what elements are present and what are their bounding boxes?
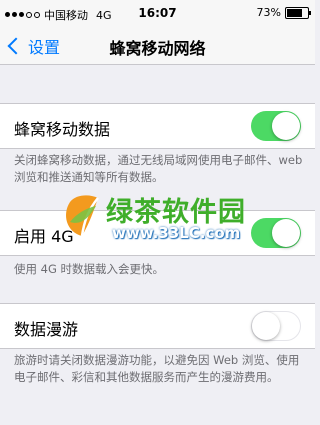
enable-4g-row: 启用 4G: [0, 210, 315, 256]
enable-4g-label: 启用 4G: [14, 227, 74, 246]
enable-4g-toggle[interactable]: [251, 218, 301, 248]
enable-4g-footer: 使用 4G 时数据载入会更快。: [14, 262, 165, 276]
data-roaming-row: 数据漫游: [0, 303, 315, 349]
battery-percent: 73%: [256, 6, 281, 19]
cellular-data-footer: 关闭蜂窝移动数据，通过无线局域网使用电子邮件、web 浏览和推送通知等所有数据。: [14, 153, 303, 184]
data-roaming-label: 数据漫游: [14, 320, 79, 339]
toggle-knob: [252, 312, 280, 340]
page-title: 蜂窝移动网络: [109, 39, 206, 58]
battery-icon: [285, 6, 311, 19]
toggle-knob: [272, 112, 300, 140]
data-roaming-footer: 旅游时请关闭数据漫游功能，以避免因 Web 浏览、使用电子邮件、彩信和其他数据服…: [14, 353, 300, 384]
toggle-knob: [272, 219, 300, 247]
cellular-data-label: 蜂窝移动数据: [14, 120, 111, 139]
cellular-data-row: 蜂窝移动数据: [0, 103, 315, 149]
cellular-data-toggle[interactable]: [251, 111, 301, 141]
status-right: 73%: [256, 6, 311, 19]
navigation-bar: 设置 蜂窝移动网络: [0, 26, 315, 65]
battery-level: [287, 8, 302, 17]
status-bar: 中国移动 4G 16:07 73%: [0, 0, 315, 26]
data-roaming-toggle[interactable]: [251, 311, 301, 341]
